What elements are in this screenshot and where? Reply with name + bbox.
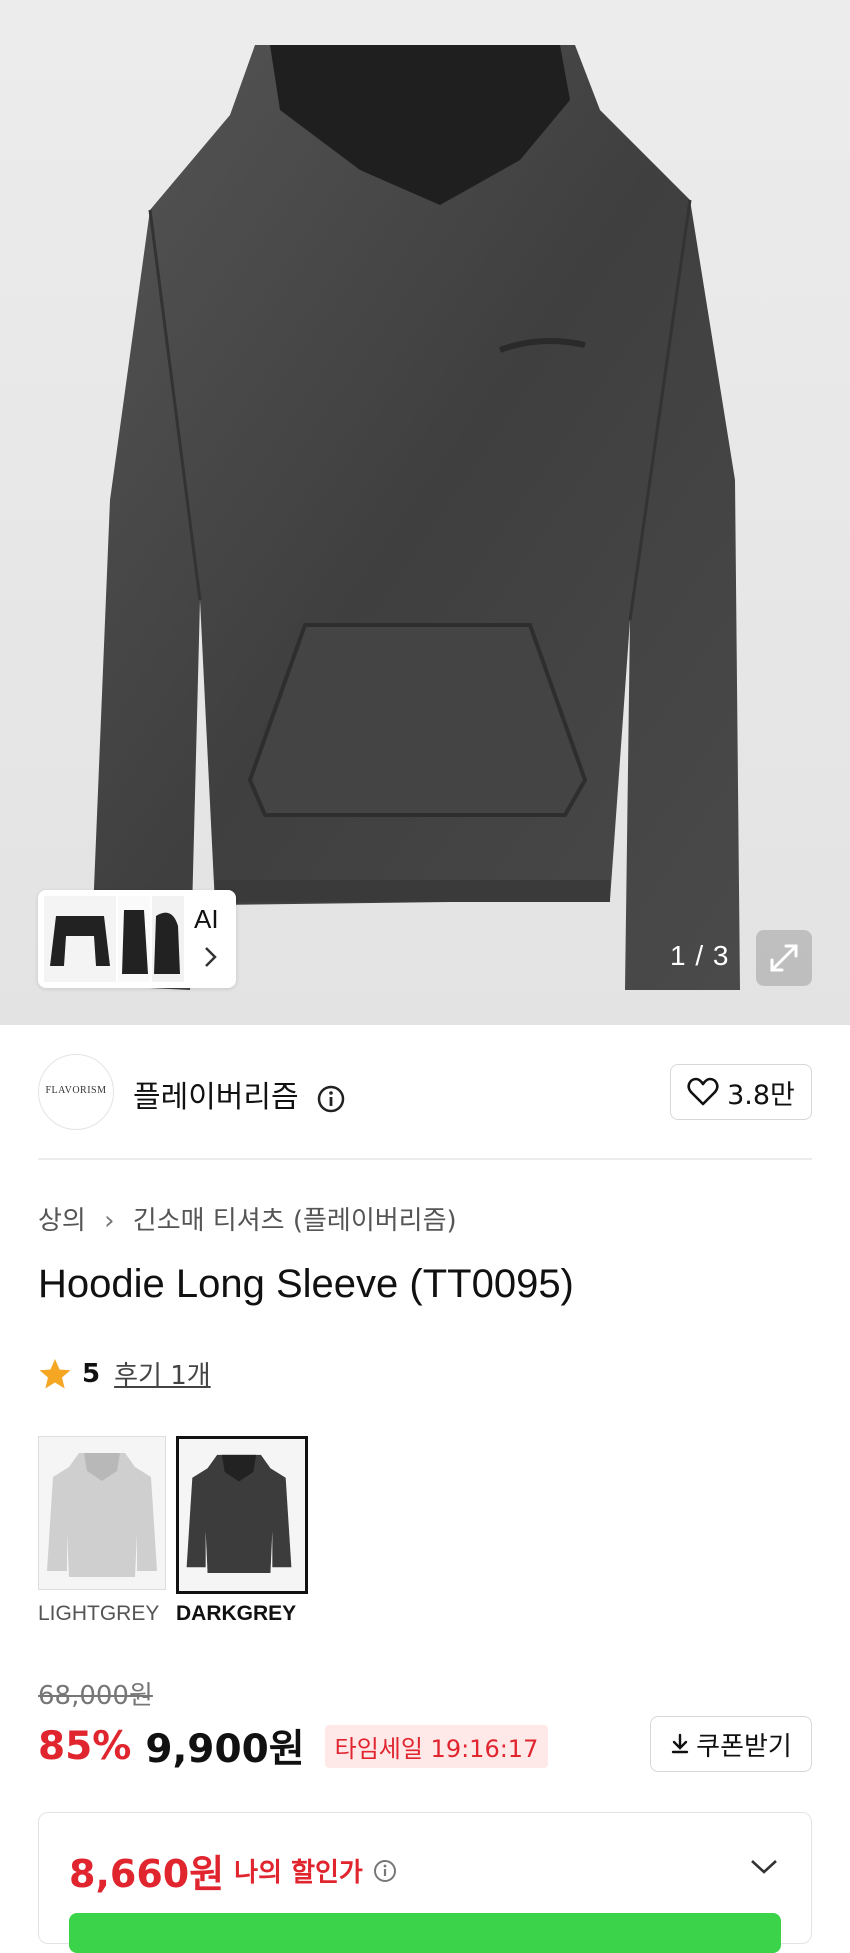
chevron-right-icon: › (104, 1206, 115, 1236)
breadcrumb: 상의 › 긴소매 티셔츠 (플레이버리즘) (38, 1200, 457, 1237)
image-counter: 1 / 3 (670, 940, 730, 971)
likes-count: 3.8만 (727, 1079, 795, 1111)
breadcrumb-subcategory[interactable]: 긴소매 티셔츠 (플레이버리즘) (133, 1206, 457, 1236)
product-title: Hoodie Long Sleeve (TT0095) (38, 1262, 574, 1306)
color-swatch-lightgrey[interactable] (38, 1436, 166, 1590)
reviews-link[interactable]: 후기 1개 (114, 1355, 211, 1392)
breadcrumb-category[interactable]: 상의 (38, 1206, 86, 1236)
ai-label: AI (194, 904, 219, 934)
rating-row: 5 후기 1개 (38, 1355, 211, 1392)
color-swatch-darkgrey[interactable] (176, 1436, 308, 1594)
info-icon[interactable] (316, 1084, 346, 1114)
download-icon (671, 1733, 689, 1754)
coupon-button[interactable]: 쿠폰받기 (650, 1716, 812, 1772)
ai-thumbnail-strip[interactable]: AI (38, 890, 236, 988)
like-store-button[interactable]: 3.8만 (670, 1064, 812, 1120)
color-label-darkgrey: DARKGREY (176, 1602, 297, 1625)
sale-price: 9,900원 (145, 1727, 305, 1772)
chevron-right-icon (205, 947, 217, 967)
my-price-row: 8,660원 나의 할인가 (69, 1843, 397, 1898)
my-price-card[interactable]: 8,660원 나의 할인가 (38, 1812, 812, 1953)
style-thumbnails-icon (44, 896, 184, 982)
star-icon (39, 1358, 71, 1388)
hoodie-product-image (90, 45, 740, 990)
discount-rate: 85% (38, 1723, 132, 1769)
info-icon[interactable] (373, 1859, 397, 1883)
benefit-bar (69, 1913, 781, 1953)
original-price: 68,000원 (38, 1681, 153, 1711)
heart-icon (687, 1077, 719, 1106)
my-price-label: 나의 할인가 (234, 1858, 363, 1888)
store-logo[interactable]: FLAVORISM (38, 1054, 114, 1130)
expand-icon (770, 944, 798, 972)
divider (38, 1158, 812, 1160)
chevron-down-icon[interactable] (749, 1857, 779, 1877)
color-label-lightgrey: LIGHTGREY (38, 1602, 160, 1625)
rating-score: 5 (82, 1358, 101, 1389)
product-image-gallery[interactable]: AI 1 / 3 (0, 0, 850, 1025)
price-row: 85% 9,900원 타임세일 19:16:17 (38, 1718, 549, 1774)
timesale-badge: 타임세일 19:16:17 (324, 1724, 549, 1768)
zoom-button[interactable] (756, 930, 812, 986)
store-row: FLAVORISM 플레이버리즘 3.8만 (38, 1054, 812, 1130)
my-price-amount: 8,660원 (69, 1852, 225, 1896)
hoodie-lightgrey-image (47, 1453, 157, 1577)
store-name[interactable]: 플레이버리즘 (133, 1072, 346, 1116)
hoodie-darkgrey-image (186, 1454, 292, 1573)
